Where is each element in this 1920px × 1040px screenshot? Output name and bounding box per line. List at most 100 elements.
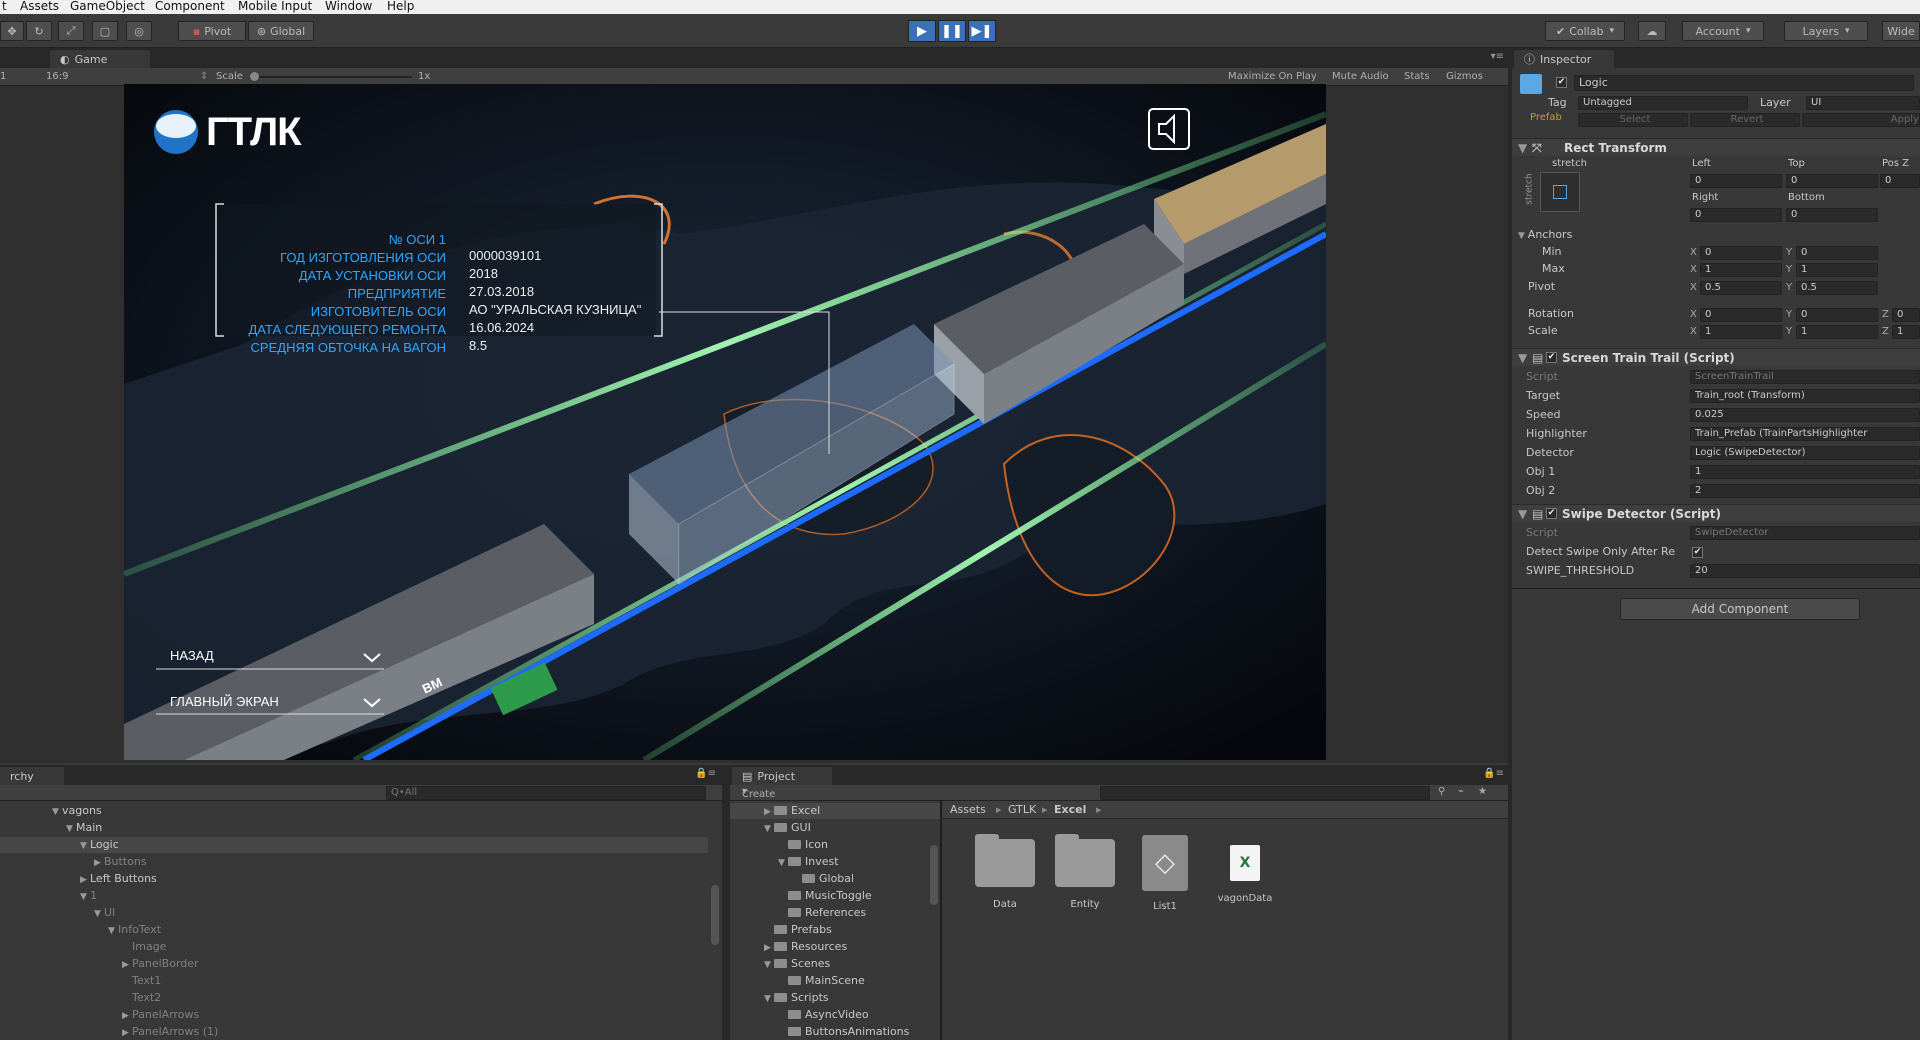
tag-dropdown[interactable]: Untagged [1578, 96, 1748, 110]
stt-speed-field[interactable]: 0.025 [1690, 408, 1920, 422]
rotation-y-field[interactable]: 0 [1796, 308, 1878, 322]
tab-hierarchy[interactable]: rchy [0, 767, 64, 785]
project-tree-item[interactable]: ▼ GUI [764, 820, 811, 836]
rect-transform-header[interactable]: ▼ ⤧ Rect Transform [1512, 138, 1920, 156]
project-tree-item[interactable]: References [778, 905, 866, 921]
maximize-on-play-toggle[interactable]: Maximize On Play [1228, 71, 1317, 82]
scale-y-field[interactable]: 1 [1796, 325, 1878, 339]
hierarchy-item[interactable]: ▶ PanelArrows [122, 1007, 199, 1023]
project-search-input[interactable] [1100, 786, 1430, 800]
foldout-icon[interactable]: ▼ [66, 821, 76, 837]
left-field[interactable]: 0 [1690, 174, 1782, 188]
global-button[interactable]: ⊛ Global [248, 21, 314, 41]
hierarchy-item[interactable]: ▼ UI [94, 905, 115, 921]
pause-button[interactable]: ❚❚ [938, 20, 966, 42]
menu-component[interactable]: Component [155, 0, 225, 13]
foldout-icon[interactable]: ▶ [80, 872, 90, 888]
menu-window[interactable]: Window [325, 0, 372, 13]
menu-mobile-input[interactable]: Mobile Input [238, 0, 312, 13]
swipe-detector-header[interactable]: ▼ ▤ ✔ Swipe Detector (Script) [1512, 504, 1920, 522]
component-enabled-checkbox[interactable]: ✔ [1546, 352, 1557, 363]
lock-icon[interactable]: 🔒≡ [1483, 768, 1504, 779]
foldout-icon[interactable]: ▼ [52, 804, 62, 820]
prefab-apply-button[interactable]: Apply [1802, 113, 1920, 127]
pivot-button[interactable]: ▪ Pivot [178, 21, 246, 41]
main-screen-button[interactable]: ГЛАВНЫЙ ЭКРАН [170, 694, 279, 709]
top-field[interactable]: 0 [1786, 174, 1878, 188]
filter-type-icon[interactable]: ⚲ [1438, 786, 1445, 797]
panel-splitter[interactable] [722, 765, 730, 1040]
stt-obj2-field[interactable]: 2 [1690, 484, 1920, 498]
active-checkbox[interactable]: ✔ [1556, 77, 1567, 88]
display-select[interactable]: 1 [0, 71, 6, 82]
project-tree-item[interactable]: Prefabs [764, 922, 832, 938]
project-tree-item[interactable]: ▼ Invest [778, 854, 839, 870]
game-view[interactable]: ГТЛК № ОСИ 1 ГОД ИЗГОТОВЛЕНИЯ ОСИ ДАТА У… [124, 84, 1326, 760]
layer-dropdown[interactable]: UI [1806, 96, 1920, 110]
add-component-button[interactable]: Add Component [1620, 598, 1860, 620]
foldout-icon[interactable]: ▼ [764, 957, 774, 973]
gizmos-dropdown[interactable]: Gizmos [1446, 71, 1483, 82]
foldout-icon[interactable]: ▶ [94, 855, 104, 871]
foldout-icon[interactable]: ▼ [764, 991, 774, 1007]
sd-detect-checkbox[interactable]: ✔ [1692, 547, 1703, 558]
project-tree-item[interactable]: AsyncVideo [778, 1007, 869, 1023]
stt-highlighter-field[interactable]: Train_Prefab (TrainPartsHighlighter [1690, 427, 1920, 441]
asset-data[interactable]: Data [970, 834, 1040, 910]
hierarchy-item[interactable]: ▶ PanelArrows (1) [122, 1024, 218, 1040]
layers-dropdown[interactable]: Layers [1784, 21, 1868, 41]
create-dropdown[interactable]: Create ▾ [742, 786, 775, 800]
hierarchy-item[interactable]: ▼ Main [66, 820, 102, 836]
anchor-preset-button[interactable] [1540, 172, 1580, 212]
foldout-icon[interactable]: ▶ [122, 957, 132, 973]
stt-detector-field[interactable]: Logic (SwipeDetector) [1690, 446, 1920, 460]
hierarchy-item[interactable]: ▼ Logic [0, 837, 708, 853]
foldout-icon[interactable]: ▼ [764, 821, 774, 837]
sd-threshold-field[interactable]: 20 [1690, 564, 1920, 578]
right-field[interactable]: 0 [1690, 208, 1782, 222]
hierarchy-search-input[interactable]: Q•All [386, 786, 706, 800]
menu-gameobject[interactable]: GameObject [70, 0, 145, 13]
cloud-button[interactable]: ☁ [1638, 21, 1666, 41]
object-name-field[interactable]: Logic [1574, 75, 1914, 91]
rotation-z-field[interactable]: 0 [1892, 308, 1920, 322]
posz-field[interactable]: 0 [1880, 174, 1920, 188]
anchor-max-y-field[interactable]: 1 [1796, 263, 1878, 277]
foldout-icon[interactable]: ▼ [80, 889, 90, 905]
account-dropdown[interactable]: Account [1682, 21, 1764, 41]
scale-slider[interactable] [252, 76, 412, 78]
foldout-icon[interactable]: ▼ [778, 855, 788, 871]
rotation-x-field[interactable]: 0 [1700, 308, 1782, 322]
hierarchy-item[interactable]: Image [122, 939, 166, 955]
lock-icon[interactable]: 🔒≡ [695, 768, 716, 779]
project-tree-item[interactable]: MusicToggle [778, 888, 872, 904]
scale-z-field[interactable]: 1 [1892, 325, 1920, 339]
project-tree-item[interactable]: ▼ Scripts [764, 990, 829, 1006]
hierarchy-item[interactable]: ▼ vagons [52, 803, 102, 819]
panel-splitter[interactable] [1508, 48, 1512, 1040]
project-tree-item[interactable]: ▼ Scenes [764, 956, 830, 972]
anchor-max-x-field[interactable]: 1 [1700, 263, 1782, 277]
menu-item[interactable]: t [2, 0, 7, 13]
project-tree-item[interactable]: ▶ Resources [764, 939, 847, 955]
bottom-field[interactable]: 0 [1786, 208, 1878, 222]
asset-entity[interactable]: Entity [1050, 834, 1120, 910]
tab-project[interactable]: ▤ Project [732, 767, 832, 785]
pivot-x-field[interactable]: 0.5 [1700, 281, 1782, 295]
foldout-icon[interactable]: ▼ [108, 923, 118, 939]
menu-assets[interactable]: Assets [20, 0, 59, 13]
project-tree-item[interactable]: ▶ Excel [730, 803, 940, 819]
asset-list1[interactable]: ◇ List1 [1130, 835, 1200, 912]
rect-tool-icon[interactable]: ▢ [92, 21, 118, 41]
foldout-icon[interactable]: ▶ [122, 1025, 132, 1040]
aspect-select[interactable]: 16:9 [46, 71, 68, 82]
stt-obj1-field[interactable]: 1 [1690, 465, 1920, 479]
rotate-tool-icon[interactable]: ↻ [26, 21, 52, 41]
stt-target-field[interactable]: Train_root (Transform) [1690, 389, 1920, 403]
anchors-label[interactable]: ▼ Anchors [1518, 228, 1572, 244]
breadcrumb-excel[interactable]: Excel [1054, 803, 1086, 816]
project-tree-item[interactable]: ButtonsAnimations [778, 1024, 909, 1040]
menu-help[interactable]: Help [387, 0, 414, 13]
scale-x-field[interactable]: 1 [1700, 325, 1782, 339]
asset-vagondata[interactable]: X vagonData [1210, 839, 1280, 904]
